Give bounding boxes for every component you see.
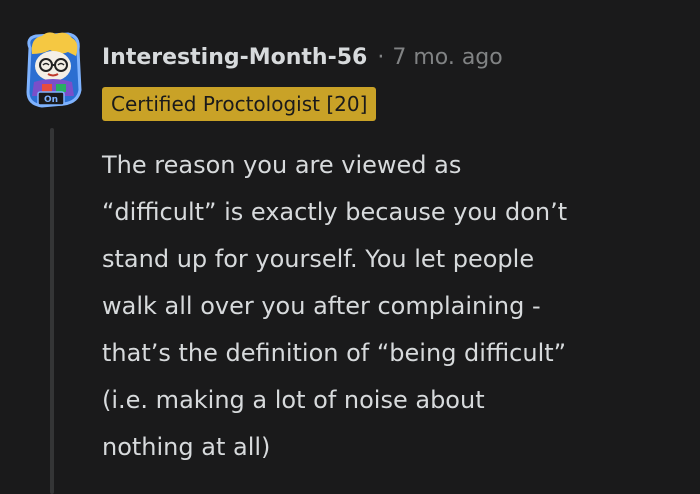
comment-body-line: The reason you are viewed as	[102, 151, 462, 179]
comment-body-line: walk all over you after complaining -	[102, 292, 541, 320]
meta-separator: ·	[377, 44, 385, 70]
snoo-avatar-icon: On	[26, 32, 82, 108]
comment-body-line: “difficult” is exactly because you don’t	[102, 198, 568, 226]
author-username[interactable]: Interesting-Month-56	[102, 45, 367, 70]
comment-body: The reason you are viewed as “difficult”…	[102, 142, 682, 471]
comment-body-line: stand up for yourself. You let people	[102, 245, 535, 273]
thread-collapse-line[interactable]	[50, 128, 54, 494]
comment-body-line: (i.e. making a lot of noise about	[102, 386, 485, 414]
user-flair: Certified Proctologist [20]	[102, 87, 377, 121]
comment-body-line: that’s the definition of “being difficul…	[102, 339, 567, 367]
comment: On Interesting-Month-56 · 7 mo. ago Cert…	[0, 0, 700, 494]
user-avatar[interactable]: On	[20, 30, 86, 110]
comment-meta: Interesting-Month-56 · 7 mo. ago	[102, 42, 503, 72]
comment-body-line: nothing at all)	[102, 433, 271, 461]
comment-timestamp[interactable]: 7 mo. ago	[392, 45, 502, 70]
avatar-badge-text: On	[44, 95, 58, 105]
